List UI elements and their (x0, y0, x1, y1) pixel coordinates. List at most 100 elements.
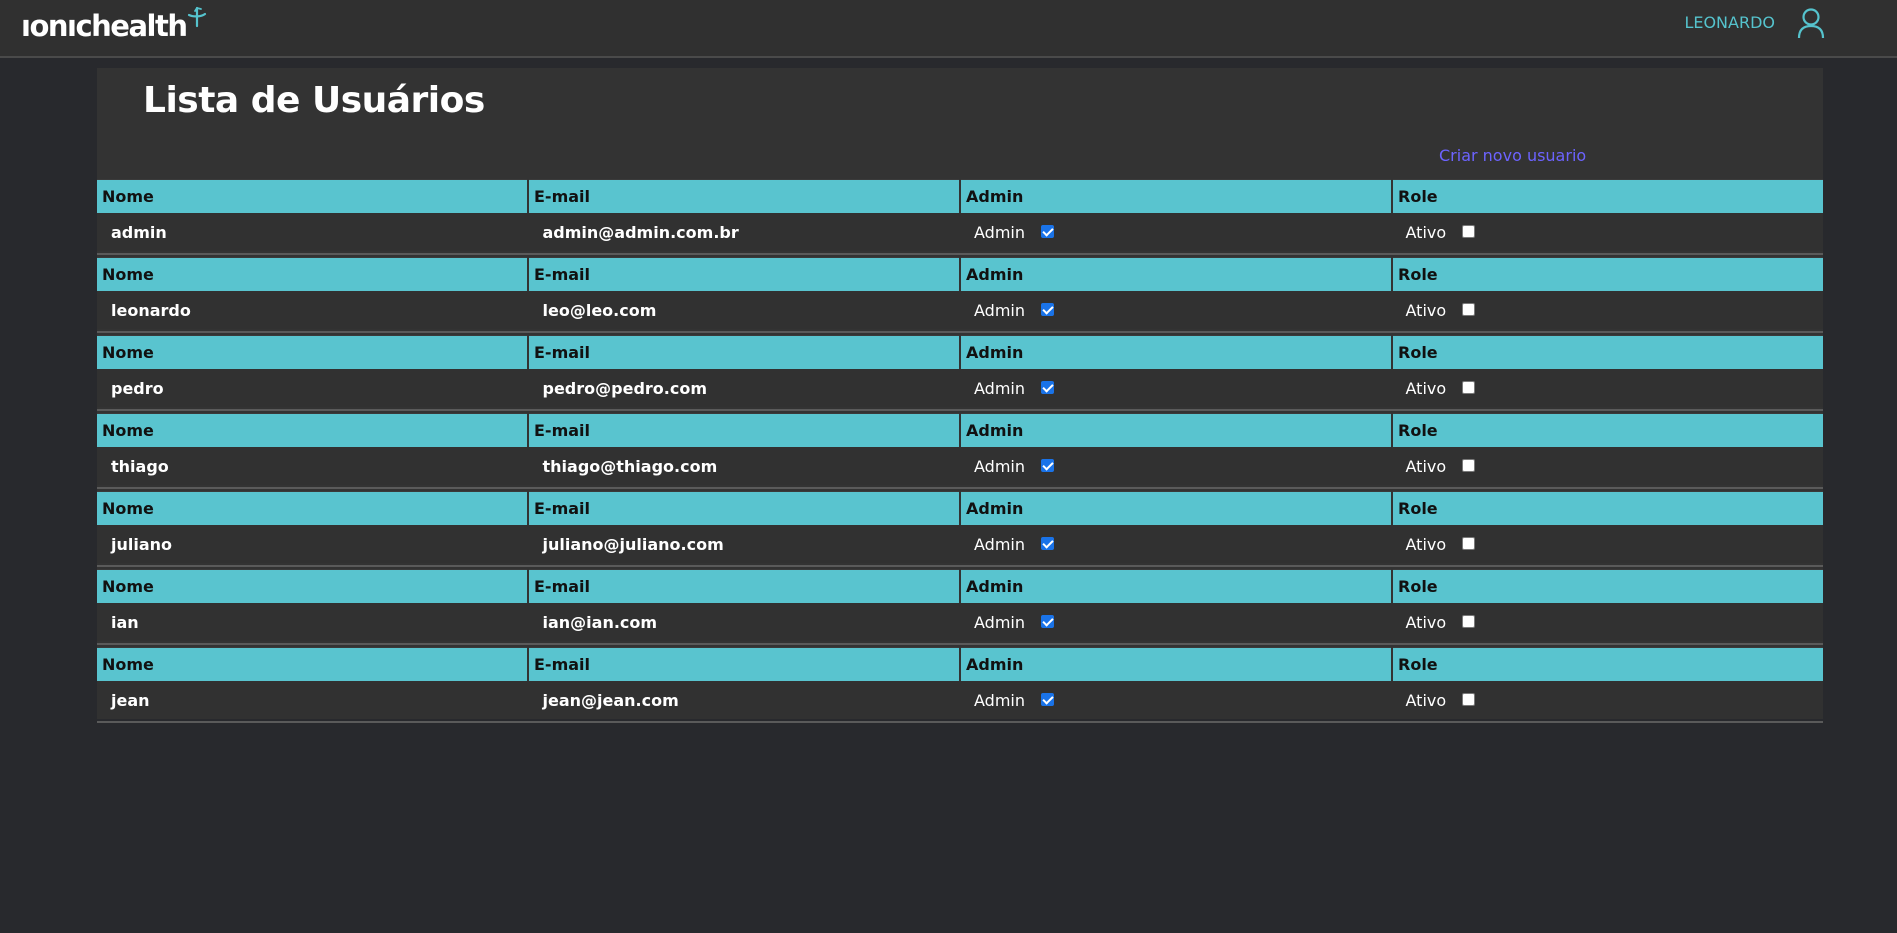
user-block: Nome E-mail Admin Role jean jean@jean.co… (97, 647, 1823, 723)
page-title: Lista de Usuários (143, 80, 485, 121)
column-header-name: Nome (97, 647, 527, 681)
user-email-cell: juliano@juliano.com (542, 534, 724, 554)
column-header-email: E-mail (529, 335, 959, 369)
admin-checkbox[interactable] (1041, 692, 1054, 706)
user-block: Nome E-mail Admin Role thiago thiago@thi… (97, 413, 1823, 489)
active-checkbox[interactable] (1462, 458, 1476, 472)
user-email-cell: jean@jean.com (542, 690, 679, 710)
user-email-cell: ian@ian.com (542, 612, 658, 632)
table-header-row: Nome E-mail Admin Role (97, 335, 1823, 369)
column-header-email: E-mail (529, 257, 959, 291)
user-list-panel: Lista de Usuários Criar novo usuario Nom… (97, 68, 1823, 723)
active-checkbox[interactable] (1462, 224, 1476, 238)
user-role-cell: Ativo (1392, 535, 1824, 554)
column-header-role: Role (1393, 647, 1823, 681)
active-checkbox[interactable] (1462, 614, 1476, 628)
active-label: Ativo (1405, 456, 1447, 476)
user-block: Nome E-mail Admin Role ian ian@ian.com A… (97, 569, 1823, 645)
user-name-cell: pedro (111, 378, 164, 398)
column-header-admin: Admin (961, 647, 1391, 681)
column-header-role: Role (1393, 491, 1823, 525)
create-user-link[interactable]: Criar novo usuario (1439, 146, 1586, 166)
user-role-cell: Ativo (1392, 301, 1824, 320)
user-name[interactable]: LEONARDO (1684, 13, 1775, 33)
admin-label: Admin (974, 300, 1025, 320)
table-row: leonardo leo@leo.com Admin Ativo (97, 291, 1823, 329)
user-name-cell: jean (111, 690, 150, 710)
user-admin-cell: Admin (960, 379, 1392, 398)
user-email-cell: thiago@thiago.com (542, 456, 718, 476)
user-email-cell: leo@leo.com (542, 300, 657, 320)
table-header-row: Nome E-mail Admin Role (97, 257, 1823, 291)
column-header-role: Role (1393, 569, 1823, 603)
active-label: Ativo (1405, 612, 1447, 632)
user-role-cell: Ativo (1392, 223, 1824, 242)
column-header-admin: Admin (961, 569, 1391, 603)
table-row: juliano juliano@juliano.com Admin Ativo (97, 525, 1823, 563)
column-header-role: Role (1393, 179, 1823, 213)
admin-checkbox[interactable] (1041, 302, 1054, 316)
user-email-cell: admin@admin.com.br (542, 222, 739, 242)
user-role-cell: Ativo (1392, 379, 1824, 398)
table-row: ian ian@ian.com Admin Ativo (97, 603, 1823, 641)
user-admin-cell: Admin (960, 535, 1392, 554)
active-checkbox[interactable] (1462, 536, 1476, 550)
table-row: admin admin@admin.com.br Admin Ativo (97, 213, 1823, 251)
logo-mark-icon (188, 6, 207, 28)
active-checkbox[interactable] (1462, 692, 1476, 706)
admin-checkbox[interactable] (1041, 224, 1054, 238)
table-row: thiago thiago@thiago.com Admin Ativo (97, 447, 1823, 485)
user-role-cell: Ativo (1392, 691, 1824, 710)
column-header-admin: Admin (961, 491, 1391, 525)
column-header-name: Nome (97, 335, 527, 369)
column-header-email: E-mail (529, 179, 959, 213)
logo[interactable]: ıonıchealth (21, 6, 208, 48)
active-checkbox[interactable] (1462, 380, 1476, 394)
user-block: Nome E-mail Admin Role juliano juliano@j… (97, 491, 1823, 567)
active-checkbox[interactable] (1462, 302, 1476, 316)
table-header-row: Nome E-mail Admin Role (97, 569, 1823, 603)
column-header-role: Role (1393, 413, 1823, 447)
column-header-email: E-mail (529, 491, 959, 525)
table-row: pedro pedro@pedro.com Admin Ativo (97, 369, 1823, 407)
user-profile-icon[interactable] (1796, 7, 1826, 39)
column-header-name: Nome (97, 257, 527, 291)
column-header-admin: Admin (961, 335, 1391, 369)
table-header-row: Nome E-mail Admin Role (97, 647, 1823, 681)
table-row: jean jean@jean.com Admin Ativo (97, 681, 1823, 719)
user-name-cell: admin (111, 222, 167, 242)
user-admin-cell: Admin (960, 613, 1392, 632)
admin-checkbox[interactable] (1041, 536, 1054, 550)
user-name-cell: leonardo (111, 300, 191, 320)
admin-label: Admin (974, 612, 1025, 632)
table-header-row: Nome E-mail Admin Role (97, 179, 1823, 213)
admin-label: Admin (974, 534, 1025, 554)
column-header-name: Nome (97, 413, 527, 447)
active-label: Ativo (1405, 222, 1447, 242)
admin-checkbox[interactable] (1041, 458, 1054, 472)
user-block: Nome E-mail Admin Role leonardo leo@leo.… (97, 257, 1823, 333)
column-header-role: Role (1393, 335, 1823, 369)
column-header-admin: Admin (961, 257, 1391, 291)
user-admin-cell: Admin (960, 691, 1392, 710)
column-header-name: Nome (97, 569, 527, 603)
user-name-cell: ian (111, 612, 139, 632)
user-email-cell: pedro@pedro.com (542, 378, 708, 398)
user-admin-cell: Admin (960, 223, 1392, 242)
admin-label: Admin (974, 378, 1025, 398)
column-header-email: E-mail (529, 569, 959, 603)
user-name-cell: juliano (111, 534, 173, 554)
admin-checkbox[interactable] (1041, 614, 1054, 628)
column-header-name: Nome (97, 179, 527, 213)
user-block: Nome E-mail Admin Role admin admin@admin… (97, 179, 1823, 255)
user-role-cell: Ativo (1392, 613, 1824, 632)
column-header-admin: Admin (961, 179, 1391, 213)
admin-label: Admin (974, 456, 1025, 476)
active-label: Ativo (1405, 300, 1447, 320)
active-label: Ativo (1405, 534, 1447, 554)
logo-text: ıonıchealth (21, 9, 188, 43)
admin-label: Admin (974, 222, 1025, 242)
admin-checkbox[interactable] (1041, 380, 1054, 394)
user-admin-cell: Admin (960, 301, 1392, 320)
active-label: Ativo (1405, 378, 1447, 398)
